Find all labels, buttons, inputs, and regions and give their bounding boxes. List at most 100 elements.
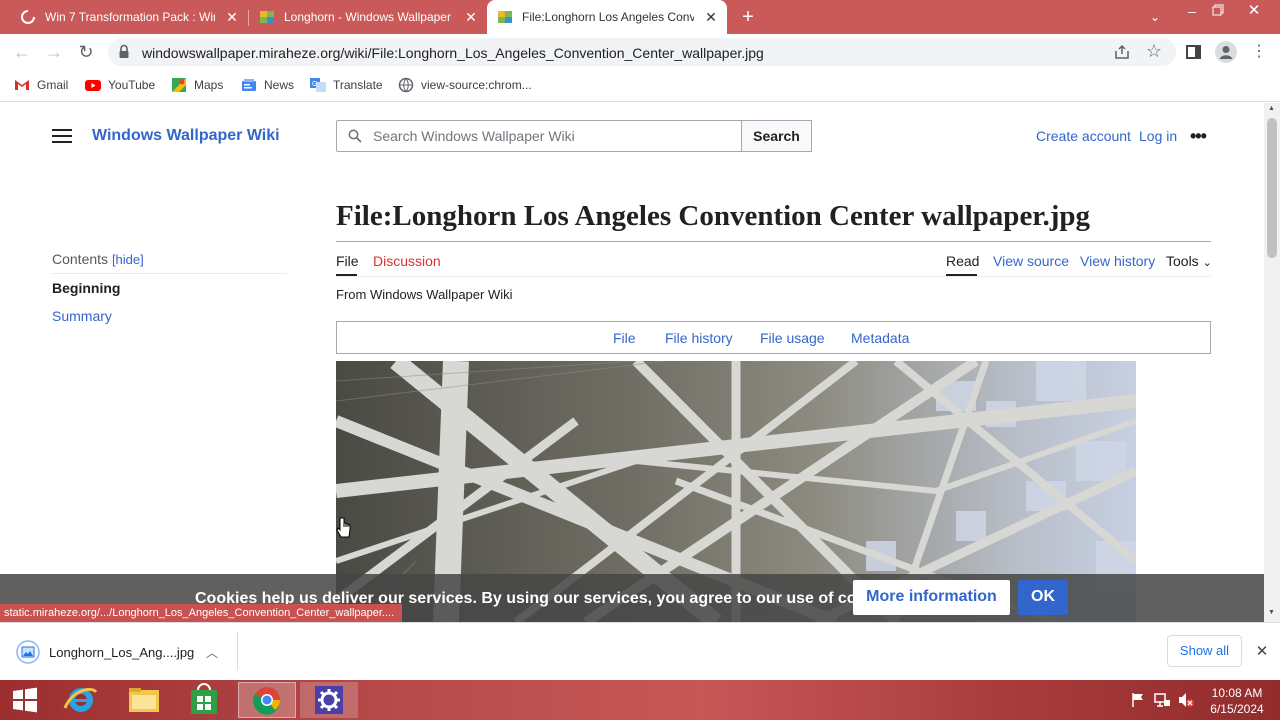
search-button[interactable]: Search (741, 120, 812, 152)
tab-file[interactable]: File (336, 253, 359, 269)
chrome-taskbar-icon[interactable] (238, 682, 296, 718)
clock-time: 10:08 AM (1211, 686, 1263, 700)
tab-search-chevron-icon[interactable]: ⌄ (1146, 8, 1164, 26)
more-information-button[interactable]: More information (853, 580, 1010, 615)
title-divider (336, 241, 1211, 242)
ok-button[interactable]: OK (1018, 580, 1068, 615)
close-tab-icon[interactable]: ✕ (703, 9, 719, 25)
clock-date: 6/15/2024 (1210, 702, 1264, 716)
volume-muted-icon[interactable] (1177, 691, 1195, 709)
log-in-link[interactable]: Log in (1139, 128, 1177, 144)
start-button-icon[interactable] (10, 686, 40, 714)
tab-read[interactable]: Read (946, 253, 979, 269)
tools-dropdown[interactable]: Tools ⌄ (1166, 253, 1212, 269)
file-explorer-taskbar-icon[interactable] (115, 682, 173, 718)
create-account-link[interactable]: Create account (1036, 128, 1131, 144)
scroll-up-arrow-icon[interactable]: ▲ (1268, 105, 1275, 112)
lock-icon[interactable] (118, 44, 130, 60)
scroll-down-arrow-icon[interactable]: ▼ (1268, 609, 1275, 616)
site-subtitle: From Windows Wallpaper Wiki (336, 287, 513, 302)
bookmark-label: Translate (333, 78, 383, 92)
bookmark-label: view-source:chrom... (421, 78, 532, 92)
translate-icon: G (310, 78, 326, 92)
tabs-divider (336, 276, 1211, 277)
close-downloads-icon[interactable]: ✕ (1254, 642, 1270, 660)
tab-view-source[interactable]: View source (993, 253, 1069, 269)
chrome-menu-icon[interactable]: ⋮ (1251, 42, 1267, 62)
bookmark-star-icon[interactable]: ☆ (1145, 41, 1163, 61)
hand-cursor-icon (336, 516, 352, 540)
gmail-icon (15, 80, 29, 90)
tools-label: Tools (1166, 253, 1199, 269)
file-toc-metadata[interactable]: Metadata (851, 330, 909, 346)
more-options-icon[interactable]: ••• (1190, 127, 1212, 145)
tab-discussion[interactable]: Discussion (373, 253, 441, 269)
toc-hide-link[interactable]: [hide] (112, 252, 144, 267)
toc-item-summary[interactable]: Summary (52, 308, 112, 324)
tab-title: Win 7 Transformation Pack : Win (45, 10, 215, 24)
bookmark-gmail[interactable]: Gmail (14, 77, 68, 93)
toc-item-beginning[interactable]: Beginning (52, 280, 120, 296)
share-icon[interactable] (1113, 43, 1131, 61)
site-name-link[interactable]: Windows Wallpaper Wiki (92, 127, 280, 145)
taskbar-clock[interactable]: 10:08 AM 6/15/2024 (1204, 685, 1270, 717)
network-icon[interactable] (1153, 691, 1171, 709)
wiki-favicon-icon (260, 11, 274, 23)
main-menu-icon[interactable] (52, 128, 72, 144)
bookmark-view-source[interactable]: view-source:chrom... (398, 77, 532, 93)
search-input[interactable]: Search Windows Wallpaper Wiki (336, 120, 742, 152)
tab-longhorn[interactable]: Longhorn - Windows Wallpaper ✕ (249, 0, 487, 34)
search-icon (348, 129, 362, 143)
forward-icon[interactable]: → (42, 40, 66, 64)
page-title: File:Longhorn Los Angeles Convention Cen… (336, 200, 1091, 232)
close-tab-icon[interactable]: ✕ (463, 9, 479, 25)
tab-view-history[interactable]: View history (1080, 253, 1155, 269)
loading-spinner-icon (21, 10, 35, 24)
bookmark-label: Gmail (37, 78, 69, 92)
toc-heading: Contents [hide] (52, 251, 144, 267)
close-tab-icon[interactable]: ✕ (224, 9, 240, 25)
tab-win7-transformation[interactable]: Win 7 Transformation Pack : Win ✕ (10, 0, 248, 34)
reload-icon[interactable]: ↻ (74, 40, 98, 64)
download-divider (237, 632, 238, 670)
scrollbar-thumb[interactable] (1267, 118, 1277, 258)
toc-divider (52, 273, 287, 274)
file-toc-file-usage[interactable]: File usage (760, 330, 825, 346)
minimize-icon[interactable]: – (1184, 3, 1200, 21)
status-url-bubble: static.miraheze.org/.../Longhorn_Los_Ang… (0, 604, 403, 622)
chevron-down-icon: ⌄ (1202, 257, 1212, 269)
url-text[interactable]: windowswallpaper.miraheze.org/wiki/File:… (142, 45, 764, 61)
tab-file-longhorn-la[interactable]: File:Longhorn Los Angeles Conve ✕ (487, 0, 727, 34)
show-all-button[interactable]: Show all (1167, 635, 1242, 667)
toc-label: Contents (52, 251, 109, 267)
download-file-icon[interactable] (16, 640, 40, 664)
close-window-icon[interactable]: ✕ (1244, 1, 1264, 19)
bookmark-label: Maps (194, 78, 224, 92)
file-toc-file[interactable]: File (613, 330, 636, 346)
tab-title: Longhorn - Windows Wallpaper (284, 10, 451, 24)
back-icon[interactable]: ← (10, 40, 34, 64)
file-toc-file-history[interactable]: File history (665, 330, 733, 346)
svg-text:G: G (312, 81, 317, 88)
maps-icon (172, 78, 186, 92)
new-tab-icon[interactable]: + (737, 6, 759, 28)
store-taskbar-icon[interactable] (175, 682, 233, 718)
download-filename[interactable]: Longhorn_Los_Ang....jpg (49, 645, 194, 660)
settings-taskbar-icon[interactable] (300, 682, 358, 718)
bookmark-label: News (264, 78, 295, 92)
bookmark-maps[interactable]: Maps (171, 77, 223, 93)
side-panel-icon[interactable] (1186, 45, 1201, 59)
bookmark-youtube[interactable]: YouTube (85, 77, 155, 93)
action-center-flag-icon[interactable] (1130, 692, 1146, 708)
wiki-favicon-icon (498, 11, 512, 23)
bookmark-label: YouTube (108, 78, 156, 92)
internet-explorer-taskbar-icon[interactable] (52, 682, 110, 718)
restore-icon[interactable] (1208, 4, 1226, 20)
bookmark-news[interactable]: News (241, 77, 294, 93)
news-icon (242, 79, 256, 91)
bookmark-translate[interactable]: G Translate (310, 77, 383, 93)
chevron-up-icon[interactable]: ︿ (205, 644, 219, 660)
tab-title: File:Longhorn Los Angeles Conve (522, 10, 694, 24)
profile-avatar-icon[interactable] (1215, 41, 1237, 63)
youtube-icon (85, 80, 101, 91)
